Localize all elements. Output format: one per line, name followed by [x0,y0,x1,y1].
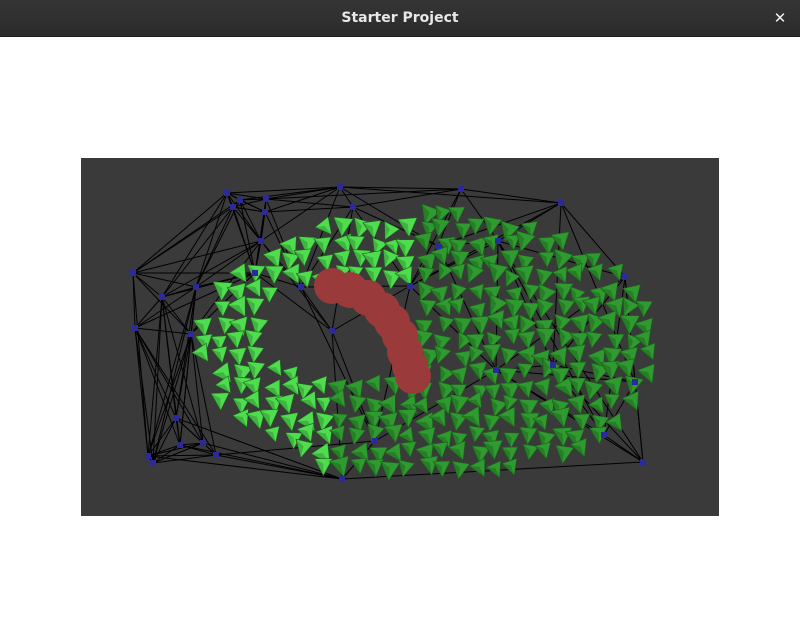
roadmap-edge [132,272,197,288]
roadmap-edge [147,455,343,480]
roadmap-node [188,331,194,337]
roadmap-edge [179,286,197,446]
roadmap-edge [161,240,262,298]
roadmap-node [495,238,501,244]
roadmap-node [622,274,628,280]
roadmap-node [263,196,269,202]
roadmap-node [640,459,646,465]
app-window: Starter Project ✕ [0,0,800,637]
roadmap-node [159,294,165,300]
roadmap-node [435,243,441,249]
roadmap-edge [132,272,149,457]
roadmap-node [458,186,464,192]
roadmap-node [550,362,556,368]
roadmap-node [132,325,138,331]
roadmap-edge [265,198,354,208]
scene-canvas[interactable] [81,158,719,516]
roadmap-node [173,415,179,421]
window-title: Starter Project [341,10,459,26]
title-bar[interactable]: Starter Project ✕ [0,0,800,37]
roadmap-node [262,209,268,215]
roadmap-node [350,204,356,210]
roadmap-node [632,379,638,385]
roadmap-node [339,476,345,482]
render-viewport[interactable] [81,158,719,516]
roadmap-node [213,452,219,458]
roadmap-node [200,440,206,446]
close-button[interactable]: ✕ [770,8,790,28]
roadmap-node [601,432,607,438]
roadmap-node [193,284,199,290]
roadmap-node [230,204,236,210]
roadmap-node [177,442,183,448]
roadmap-node [237,197,243,203]
roadmap-edge [460,188,562,204]
roadmap-node [337,184,343,190]
roadmap-node [150,460,156,466]
obstacle-circle [395,358,431,394]
roadmap-node [372,438,378,444]
roadmap-node [130,270,136,276]
roadmap-node [407,283,413,289]
roadmap-node [258,238,264,244]
roadmap-node [493,367,499,373]
roadmap-node [252,270,258,276]
roadmap-node [145,453,151,459]
roadmap-node [329,328,335,334]
roadmap-edge [161,296,192,335]
roadmap-node [558,200,564,206]
roadmap-edge [239,199,262,242]
agent-markers [191,203,656,482]
roadmap-node [298,284,304,290]
roadmap-node [224,190,230,196]
